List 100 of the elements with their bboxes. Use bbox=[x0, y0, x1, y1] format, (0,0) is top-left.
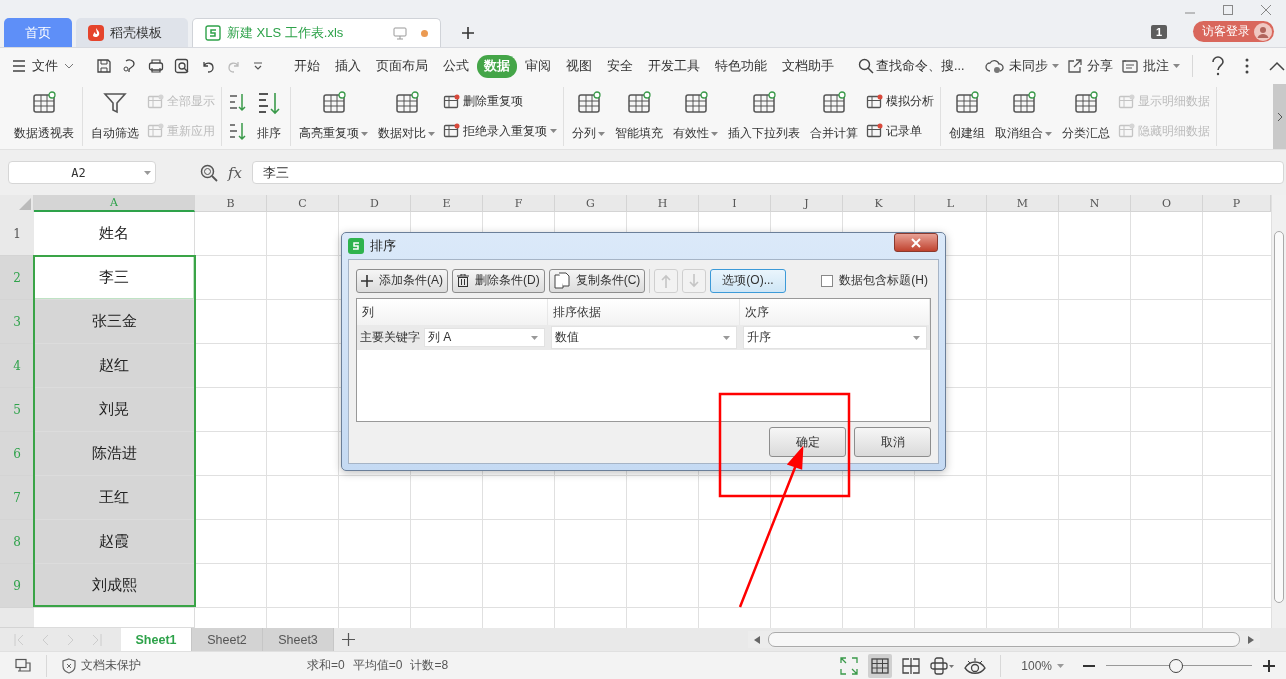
toolbar-button[interactable]: 复制条件(C) bbox=[548, 268, 646, 293]
eye-icon[interactable] bbox=[964, 656, 987, 675]
fullscreen-icon[interactable] bbox=[840, 656, 859, 675]
ribbon-tab[interactable]: 页面布局 bbox=[369, 54, 435, 78]
sheet-tab[interactable]: Sheet2 bbox=[192, 628, 263, 651]
comment-icon bbox=[1121, 58, 1140, 74]
normal-view-button[interactable] bbox=[868, 653, 893, 678]
toolbar-button[interactable]: 未同步 bbox=[985, 57, 1060, 75]
order-dropdown[interactable]: 升序 bbox=[743, 326, 927, 349]
ribbon-button[interactable]: 分类汇总 bbox=[1060, 87, 1112, 146]
ribbon-button[interactable]: 记录单 bbox=[866, 122, 934, 140]
ribbon-button[interactable]: 合并计算 bbox=[808, 87, 860, 146]
scroll-right-icon[interactable] bbox=[1248, 635, 1254, 644]
ribbon-tab[interactable]: 视图 bbox=[559, 54, 599, 78]
row-header[interactable]: 1 bbox=[0, 212, 34, 256]
column-header[interactable]: B bbox=[195, 195, 267, 212]
ribbon-button[interactable]: 高亮重复项 bbox=[297, 87, 370, 146]
window-count-badge[interactable]: 1 bbox=[1150, 24, 1167, 39]
ribbon-tab[interactable]: 审阅 bbox=[518, 54, 558, 78]
ribbon-button[interactable]: 取消组合 bbox=[993, 87, 1054, 146]
column-dropdown[interactable]: 列 A bbox=[424, 328, 545, 347]
unsaved-dot-icon bbox=[421, 29, 428, 37]
ribbon-tab[interactable]: 插入 bbox=[328, 54, 368, 78]
spreadsheet-icon bbox=[147, 93, 164, 110]
sort-descending-icon[interactable] bbox=[228, 121, 248, 142]
caret-icon bbox=[531, 335, 538, 340]
column-header[interactable]: F bbox=[483, 195, 555, 212]
slider-thumb[interactable] bbox=[1169, 658, 1184, 673]
ribbon-button[interactable]: 插入下拉列表 bbox=[726, 87, 802, 146]
toolbar-button[interactable]: 添加条件(A) bbox=[356, 268, 448, 293]
column-header[interactable]: C bbox=[267, 195, 339, 212]
ribbon-button[interactable]: 创建组 bbox=[947, 87, 987, 146]
maximize-icon[interactable] bbox=[1222, 4, 1234, 16]
ribbon-button[interactable]: 拒绝录入重复项 bbox=[443, 122, 557, 140]
ribbon-tab[interactable]: 开发工具 bbox=[641, 54, 707, 78]
ribbon-button[interactable]: 数据透视表 bbox=[12, 87, 76, 146]
toolbar-button[interactable]: 批注 bbox=[1121, 57, 1181, 75]
collapse-icon[interactable] bbox=[1269, 61, 1286, 71]
ribbon-button[interactable]: 数据对比 bbox=[376, 87, 437, 146]
caret-down-icon[interactable] bbox=[252, 60, 264, 72]
ribbon-button[interactable]: 排序 bbox=[254, 87, 284, 146]
checkbox[interactable] bbox=[821, 274, 834, 287]
scroll-left-icon[interactable] bbox=[754, 635, 760, 644]
column-header[interactable]: K bbox=[843, 195, 915, 212]
close-icon[interactable] bbox=[1260, 4, 1272, 16]
print-icon[interactable] bbox=[148, 58, 164, 74]
zoom-icon[interactable] bbox=[200, 163, 218, 182]
workbook-icon[interactable] bbox=[14, 657, 32, 674]
ribbon-tab[interactable]: 文档助手 bbox=[775, 54, 841, 78]
column-header[interactable]: J bbox=[771, 195, 843, 212]
document-tab[interactable]: 稻壳模板 bbox=[76, 18, 188, 47]
print-preview-icon[interactable] bbox=[174, 58, 190, 74]
ribbon-button[interactable]: 删除重复项 bbox=[443, 93, 557, 111]
column-header[interactable]: I bbox=[699, 195, 771, 212]
file-menu-button[interactable]: 文件 bbox=[12, 57, 78, 75]
close-icon bbox=[911, 237, 921, 248]
ribbon-button[interactable]: 分列 bbox=[570, 87, 607, 146]
column-header[interactable]: O bbox=[1131, 195, 1203, 212]
spreadsheet-icon bbox=[1073, 90, 1099, 116]
toolbar-button[interactable]: 删除条件(D) bbox=[452, 268, 545, 293]
column-header[interactable]: G bbox=[555, 195, 627, 212]
ribbon-button[interactable]: 有效性 bbox=[671, 87, 720, 146]
spreadsheet-icon bbox=[31, 90, 57, 116]
name-box[interactable]: A2 bbox=[8, 161, 156, 184]
options-button[interactable]: 选项(O)... bbox=[710, 268, 786, 293]
ribbon-button[interactable]: 智能填充 bbox=[613, 87, 665, 146]
help-icon[interactable] bbox=[1211, 56, 1226, 76]
sort-basis-dropdown[interactable]: 数值 bbox=[551, 326, 737, 349]
include-header-checkbox[interactable]: 数据包含标题(H) bbox=[821, 272, 931, 289]
page-break-icon[interactable] bbox=[902, 657, 921, 674]
formula-input[interactable]: 李三 bbox=[252, 161, 1284, 184]
column-header[interactable]: D bbox=[339, 195, 411, 212]
sort-ascending-icon[interactable] bbox=[228, 91, 248, 112]
vertical-scrollbar[interactable] bbox=[1271, 195, 1286, 628]
column-header[interactable]: M bbox=[987, 195, 1059, 212]
chevron-down-icon bbox=[64, 63, 74, 69]
toolbar-button[interactable]: 分享 bbox=[1067, 57, 1114, 75]
ribbon-tab[interactable]: 安全 bbox=[600, 54, 640, 78]
ribbon-tab[interactable]: 特色功能 bbox=[708, 54, 774, 78]
sheet-tab[interactable]: Sheet3 bbox=[263, 628, 334, 651]
more-icon[interactable] bbox=[1245, 58, 1250, 74]
close-button[interactable] bbox=[894, 233, 938, 252]
ribbon-button[interactable]: 模拟分析 bbox=[866, 93, 934, 111]
zoom-in-icon[interactable] bbox=[1262, 658, 1276, 673]
cancel-button[interactable]: 取消 bbox=[854, 427, 931, 457]
zoom-level-dropdown[interactable]: 100% bbox=[1021, 658, 1064, 673]
ribbon-tab[interactable]: 公式 bbox=[436, 54, 476, 78]
column-header[interactable]: L bbox=[915, 195, 987, 212]
ribbon-button[interactable]: 自动筛选 bbox=[89, 87, 141, 146]
command-search[interactable]: 查找命令、搜... bbox=[858, 57, 965, 75]
column-header[interactable]: N bbox=[1059, 195, 1131, 212]
column-header[interactable]: H bbox=[627, 195, 699, 212]
column-header[interactable]: E bbox=[411, 195, 483, 212]
reading-layout-icon[interactable] bbox=[930, 656, 955, 675]
function-label[interactable]: fx bbox=[228, 163, 242, 182]
protection-status[interactable]: 文档未保护 bbox=[61, 657, 141, 674]
ribbon-tab[interactable]: 开始 bbox=[287, 54, 327, 78]
save-icon[interactable] bbox=[96, 58, 112, 74]
ok-button[interactable]: 确定 bbox=[769, 427, 846, 457]
spreadsheet-icon bbox=[954, 90, 980, 116]
